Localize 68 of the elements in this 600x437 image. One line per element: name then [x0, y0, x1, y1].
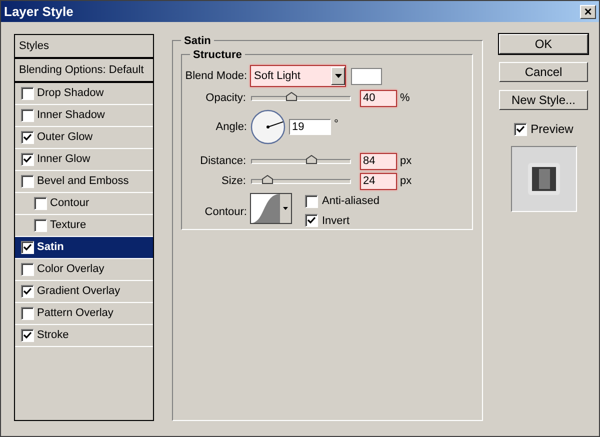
unit-label: °: [334, 117, 338, 132]
value-field[interactable]: 24: [360, 172, 397, 190]
style-list-item[interactable]: Pattern Overlay: [15, 303, 153, 325]
style-list-item[interactable]: Satin: [15, 237, 153, 259]
checkbox[interactable]: [21, 285, 34, 298]
checkbox[interactable]: [21, 109, 34, 122]
checkbox[interactable]: [21, 87, 34, 100]
checkbox[interactable]: [21, 241, 34, 254]
unit-label: px: [400, 154, 412, 169]
angle-field[interactable]: 19: [289, 119, 331, 135]
style-list-item[interactable]: Bevel and Emboss: [15, 171, 153, 193]
style-list-item[interactable]: Color Overlay: [15, 259, 153, 281]
angle-dial[interactable]: [250, 109, 286, 145]
style-list-item[interactable]: Blending Options: Default: [15, 59, 153, 83]
preview-label: Preview: [530, 121, 574, 138]
checkmark-icon: [23, 287, 32, 296]
checkmark-icon: [23, 155, 32, 164]
close-button[interactable]: ×: [580, 4, 596, 18]
style-list-item[interactable]: Outer Glow: [15, 127, 153, 149]
unit-label: px: [400, 174, 412, 189]
style-list-item[interactable]: Inner Shadow: [15, 105, 153, 127]
slider-thumb[interactable]: [306, 154, 317, 164]
checkbox[interactable]: [21, 131, 34, 144]
preview-swatch-icon: [528, 163, 560, 195]
checkbox[interactable]: [21, 153, 34, 166]
checkmark-icon: [23, 331, 32, 340]
caret-icon: [283, 207, 288, 210]
angle-label: Angle:: [214, 120, 248, 135]
slider-label: Size:: [220, 174, 247, 189]
dialog-button[interactable]: OK: [499, 34, 588, 54]
style-list-item[interactable]: Contour: [15, 193, 153, 215]
checkmark-icon: [307, 216, 316, 226]
checkmark-icon: [23, 133, 32, 142]
style-list-item[interactable]: Gradient Overlay: [15, 281, 153, 303]
slider-label: Opacity:: [204, 90, 247, 106]
dialog-button[interactable]: Cancel: [499, 62, 588, 82]
checkbox[interactable]: [305, 214, 318, 228]
style-list-item[interactable]: Drop Shadow: [15, 83, 153, 105]
checkbox[interactable]: [34, 197, 47, 210]
style-list-item[interactable]: Stroke: [15, 325, 153, 347]
contour-label: Contour:: [204, 205, 248, 220]
unit-label: %: [400, 90, 410, 106]
checkbox[interactable]: [21, 175, 34, 188]
caret-icon: [334, 74, 342, 78]
checkbox-label: Anti-aliased: [322, 194, 380, 209]
style-list-item[interactable]: Styles: [15, 35, 153, 59]
checkbox[interactable]: [21, 307, 34, 320]
checkbox-label: Invert: [322, 214, 350, 228]
value-field[interactable]: 40: [360, 90, 397, 106]
checkbox[interactable]: [21, 329, 34, 342]
value-field[interactable]: 84: [360, 152, 397, 170]
style-list-item[interactable]: Inner Glow: [15, 149, 153, 171]
checkbox[interactable]: [305, 194, 318, 208]
slider-thumb[interactable]: [262, 174, 273, 184]
checkbox[interactable]: [514, 122, 527, 136]
checkmark-icon: [516, 124, 525, 134]
dialog-button[interactable]: New Style...: [499, 90, 588, 110]
checkbox[interactable]: [21, 263, 34, 276]
window-title: Layer Style: [4, 2, 74, 21]
color-swatch[interactable]: [351, 68, 382, 84]
slider-thumb[interactable]: [286, 92, 298, 100]
slider-label: Distance:: [199, 154, 247, 169]
checkbox[interactable]: [34, 219, 47, 232]
checkmark-icon: [23, 243, 32, 252]
blend-mode-dropdown[interactable]: Soft Light: [250, 65, 346, 87]
blend-mode-label: Blend Mode:: [184, 68, 248, 84]
curve-icon: [251, 194, 280, 223]
contour-picker[interactable]: [250, 193, 292, 224]
